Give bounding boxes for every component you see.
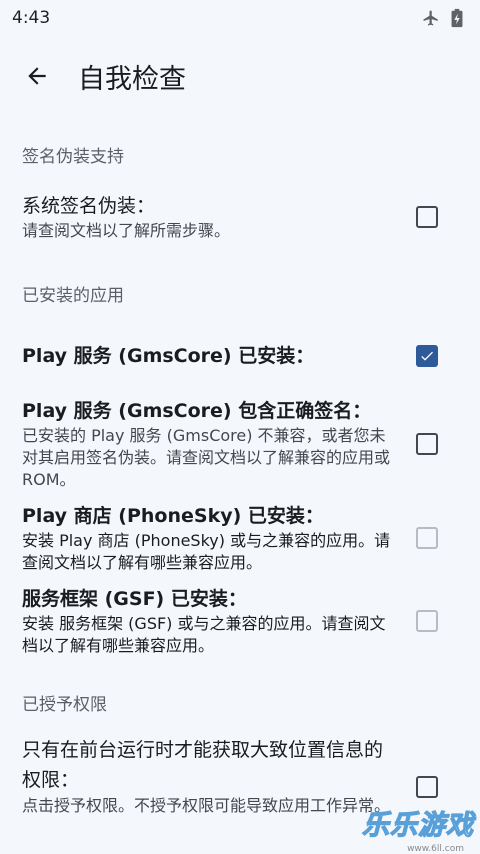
- checkbox-gms-installed[interactable]: [416, 345, 438, 367]
- page-title: 自我检查: [78, 63, 186, 95]
- checkbox-gms-signature[interactable]: [416, 433, 438, 455]
- item-description: 安装 Play 商店 (PhoneSky) 或与之兼容的应用。请查阅文档以了解有…: [22, 531, 391, 572]
- item-title: 系统签名伪装：: [22, 195, 156, 217]
- item-description: 已安装的 Play 服务 (GmsCore) 不兼容，或者您未对其启用签名伪装。…: [22, 426, 391, 489]
- list-item-gms-installed[interactable]: Play 服务 (GmsCore) 已安装：: [0, 342, 480, 370]
- list-item-signature-spoof[interactable]: 系统签名伪装： 请查阅文档以了解所需步骤。: [0, 192, 480, 242]
- item-title: Play 服务 (GmsCore) 已安装：: [22, 345, 315, 367]
- list-item-gsf[interactable]: 服务框架 (GSF) 已安装： 安装 服务框架 (GSF) 或与之兼容的应用。请…: [0, 585, 480, 657]
- checkbox-signature-spoof[interactable]: [416, 206, 438, 228]
- item-title: Play 商店 (PhoneSky) 已安装：: [22, 505, 324, 527]
- item-title: Play 服务 (GmsCore) 包含正确签名：: [22, 400, 372, 422]
- item-description: 安装 服务框架 (GSF) 或与之兼容的应用。请查阅文档以了解有哪些兼容应用。: [22, 614, 386, 655]
- status-time: 4:43: [12, 8, 51, 28]
- airplane-mode-icon: [423, 10, 438, 26]
- item-description: 请查阅文档以了解所需步骤。: [22, 221, 231, 240]
- watermark-text: 乐乐游戏: [361, 809, 474, 841]
- status-icons: [422, 8, 464, 28]
- watermark-logo: 乐乐游戏 www.6ll.com: [361, 809, 480, 854]
- item-title: 服务框架 (GSF) 已安装：: [22, 588, 247, 610]
- list-item-phonesky[interactable]: Play 商店 (PhoneSky) 已安装： 安装 Play 商店 (Phon…: [0, 502, 480, 574]
- list-item-gms-signature[interactable]: Play 服务 (GmsCore) 包含正确签名： 已安装的 Play 服务 (…: [0, 397, 480, 491]
- checkbox-phonesky[interactable]: [416, 527, 438, 549]
- item-description: 点击授予权限。不授予权限可能导致应用工作异常。: [22, 796, 391, 815]
- checkbox-gsf[interactable]: [416, 610, 438, 632]
- app-bar: 自我检查: [0, 36, 480, 116]
- arrow-back-icon: [28, 67, 46, 85]
- check-icon: [421, 351, 433, 361]
- watermark-url: www.6ll.com: [407, 844, 464, 854]
- battery-charging-icon: [451, 8, 463, 28]
- section-header-signature: 签名伪装支持: [22, 147, 124, 167]
- status-bar: 4:43: [0, 0, 480, 36]
- section-header-installed: 已安装的应用: [22, 286, 124, 306]
- item-title: 只有在前台运行时才能获取大致位置信息的权限：: [22, 739, 384, 791]
- section-header-permissions: 已授予权限: [22, 695, 107, 715]
- back-button[interactable]: [22, 61, 52, 91]
- checkbox-location-permission[interactable]: [416, 776, 438, 798]
